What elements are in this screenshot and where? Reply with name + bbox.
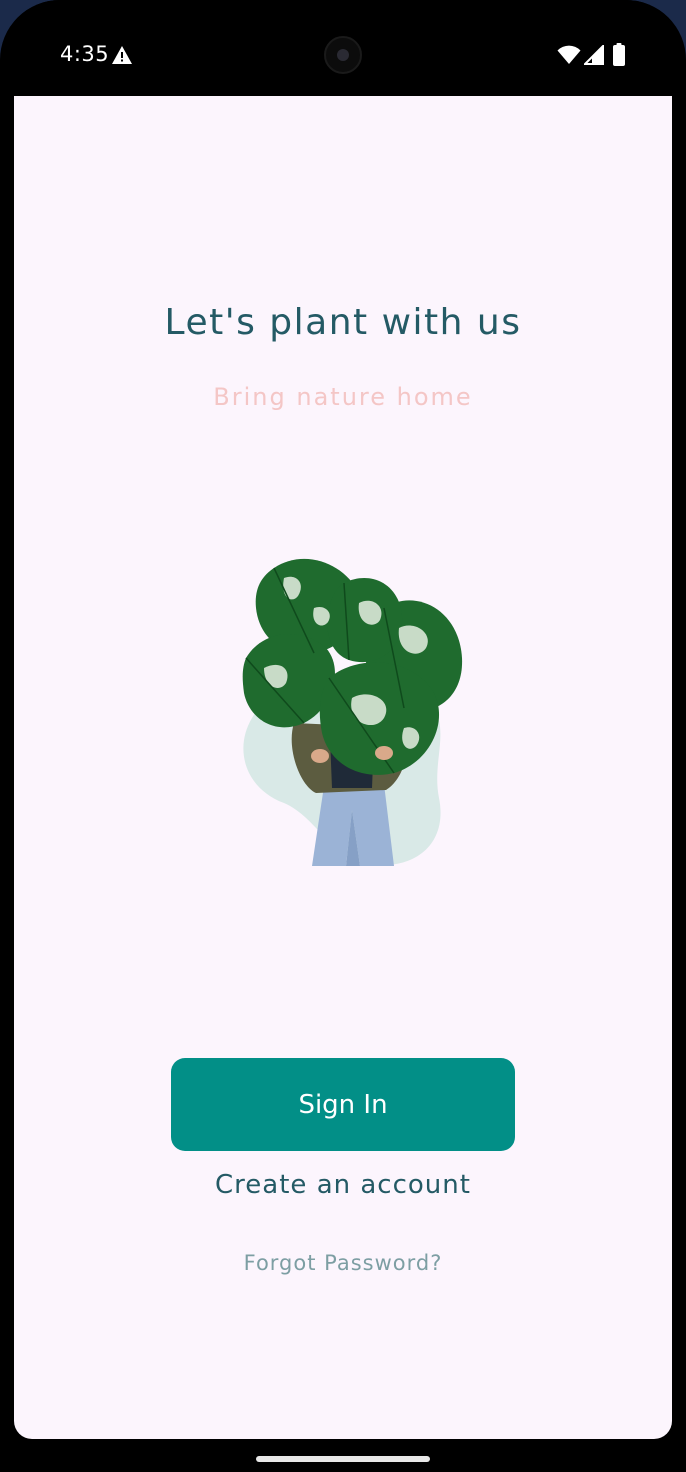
warning-icon: [112, 46, 132, 64]
page-title: Let's plant with us: [164, 302, 522, 343]
page-subtitle: Bring nature home: [213, 383, 473, 411]
battery-icon: [613, 43, 625, 66]
forgot-password-link[interactable]: Forgot Password?: [14, 1251, 672, 1275]
person-hand: [311, 749, 329, 763]
signal-icon: [584, 45, 604, 65]
status-bar: 4:35: [14, 0, 672, 96]
front-camera: [324, 36, 362, 74]
wifi-icon: [557, 45, 581, 64]
phone-frame: 4:35 Let's plant with us Bring nature ho…: [0, 0, 686, 1472]
welcome-screen: Let's plant with us Bring nature home Si…: [14, 96, 672, 1439]
create-account-link[interactable]: Create an account: [14, 1170, 672, 1200]
home-indicator[interactable]: [256, 1456, 430, 1462]
sign-in-button[interactable]: Sign In: [171, 1058, 515, 1151]
status-time: 4:35: [60, 42, 110, 66]
plant-illustration: [242, 558, 463, 866]
person-hand: [375, 746, 393, 760]
